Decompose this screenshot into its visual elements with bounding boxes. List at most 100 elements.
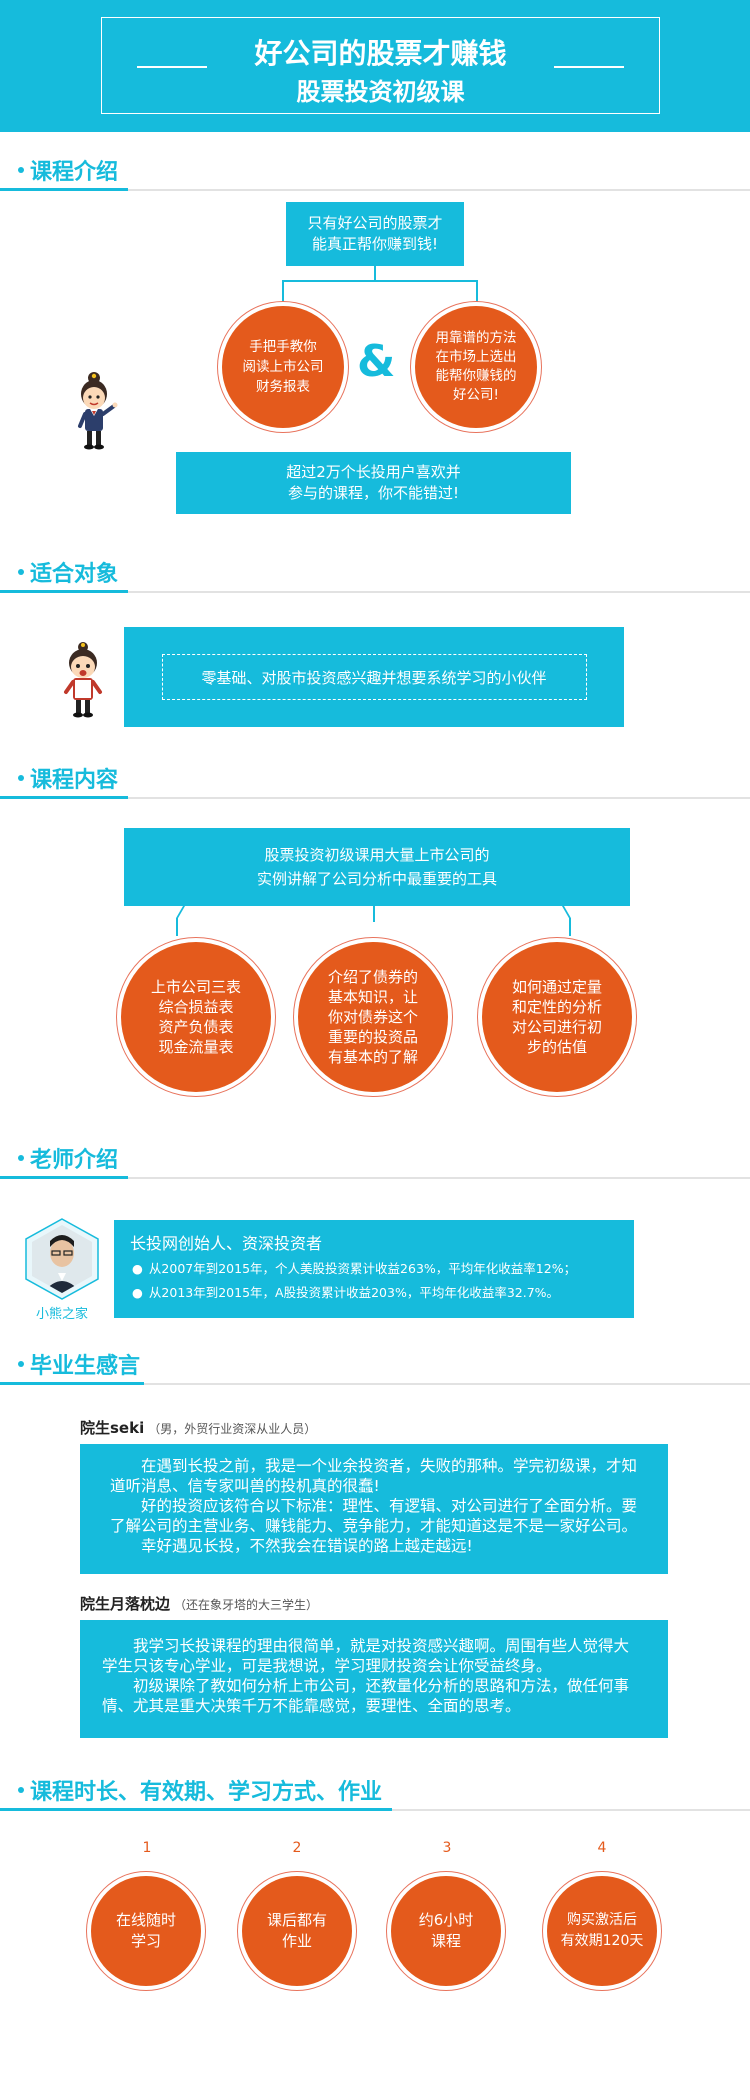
circle-line: 手把手教你 <box>249 339 317 355</box>
section-divider <box>144 1383 750 1385</box>
connector <box>569 918 571 936</box>
section-heading-intro: 课程介绍 <box>0 152 750 198</box>
circle-line: 介绍了债券的 <box>327 968 418 986</box>
graduate-meta: （男，外贸行业资深从业人员） <box>148 1422 317 1436</box>
bullet-icon: ● <box>132 1261 143 1276</box>
content-top-line: 实例讲解了公司分析中最重要的工具 <box>256 870 497 888</box>
section-title: 毕业生感言 <box>30 1354 141 1379</box>
teacher-headline: 长投网创始人、资深投资者 <box>130 1234 323 1253</box>
audience-text: 零基础、对股市投资感兴趣并想要系统学习的小伙伴 <box>201 668 547 687</box>
intro-bottom-line: 参与的课程，你不能错过! <box>287 484 459 502</box>
section-title: 课程时长、有效期、学习方式、作业 <box>30 1780 383 1805</box>
circle-line: 你对债券这个 <box>327 1008 418 1026</box>
connector <box>562 906 571 918</box>
circle-line: 上市公司三表 <box>150 978 241 996</box>
intro-top-line: 能真正帮你赚到钱! <box>311 235 438 253</box>
circle-line: 好公司! <box>453 387 499 403</box>
circle-line: 对公司进行初 <box>511 1018 602 1036</box>
graduate-name: 院生月落枕边 （还在象牙塔的大三学生） <box>80 1593 318 1614</box>
circle-line: 资产负债表 <box>158 1018 234 1036</box>
circle-line: 有基本的了解 <box>327 1048 418 1066</box>
circle-line: 重要的投资品 <box>327 1028 418 1046</box>
section-underline <box>0 1382 144 1385</box>
quote-paragraph: 我学习长投课程的理由很简单，就是对投资感兴趣啊。周围有些人觉得大学生只该专心学业… <box>102 1637 630 1675</box>
graduate-quote-box: 在遇到长投之前，我是一个业余投资者，失败的那种。学完初级课，才知道听消息、信专家… <box>80 1444 668 1574</box>
circle-line: 综合损益表 <box>158 998 234 1016</box>
circle-line: 步的估值 <box>526 1038 587 1056</box>
section-divider <box>128 1177 750 1179</box>
circle-line: 约6小时 <box>418 1911 474 1929</box>
quote-paragraph: 在遇到长投之前，我是一个业余投资者，失败的那种。学完初级课，才知道听消息、信专家… <box>110 1457 638 1495</box>
intro-bottom-line: 超过2万个长投用户喜欢并 <box>286 463 461 481</box>
section-underline <box>0 590 128 593</box>
audience-dashed-frame: 零基础、对股市投资感兴趣并想要系统学习的小伙伴 <box>161 654 587 700</box>
teacher-bullet: ● 从2013年到2015年，A股投资累计收益203%，平均年化收益率32.7%。 <box>132 1282 560 1301</box>
circle-line: 在市场上选出 <box>435 349 517 365</box>
intro-top-line: 只有好公司的股票才 <box>307 214 443 232</box>
circle-line: 学习 <box>130 1932 161 1950</box>
step-number: 2 <box>292 1840 302 1856</box>
header-banner: 好公司的股票才赚钱 股票投资初级课 <box>0 0 750 132</box>
circle-line: 如何通过定量 <box>511 978 602 996</box>
audience-box: 零基础、对股市投资感兴趣并想要系统学习的小伙伴 <box>124 627 624 727</box>
avatar <box>25 1218 99 1300</box>
circle-line: 阅读上市公司 <box>242 359 324 375</box>
section-heading-teacher: 老师介绍 <box>0 1140 750 1186</box>
graduate-name-text: 院生seki <box>80 1419 145 1437</box>
bullet-icon <box>18 1155 24 1161</box>
intro-top-box: 只有好公司的股票才 能真正帮你赚到钱! <box>286 202 464 266</box>
circle-line: 能帮你赚钱的 <box>435 368 517 384</box>
circle-line: 作业 <box>281 1932 312 1950</box>
bullet-icon <box>18 1787 24 1793</box>
bullet-icon: ● <box>132 1285 143 1300</box>
quote-paragraph: 初级课除了教如何分析上市公司，还教量化分析的思路和方法，做任何事情、尤其是重大决… <box>102 1677 630 1715</box>
quote-paragraph: 好的投资应该符合以下标准：理性、有逻辑、对公司进行了全面分析。要了解公司的主营业… <box>110 1497 638 1535</box>
section-underline <box>0 1808 392 1811</box>
mascot-icon <box>64 642 102 718</box>
mascot-icon <box>78 372 118 450</box>
circle-line: 购买激活后 <box>567 1912 637 1928</box>
section-heading-duration: 课程时长、有效期、学习方式、作业 <box>0 1772 750 1818</box>
circle-line: 现金流量表 <box>158 1038 234 1056</box>
intro-right-circle: 用靠谱的方法 在市场上选出 能帮你赚钱的 好公司! <box>415 306 537 428</box>
content-circle-3: 如何通过定量 和定性的分析 对公司进行初 步的估值 <box>482 942 632 1092</box>
section-divider <box>128 189 750 191</box>
section-underline <box>0 188 128 191</box>
page-subtitle: 股票投资初级课 <box>296 78 465 106</box>
bullet-icon <box>18 569 24 575</box>
teacher-bullet-text: 从2013年到2015年，A股投资累计收益203%，平均年化收益率32.7%。 <box>148 1285 560 1300</box>
teacher-name: 小熊之家 <box>35 1307 88 1322</box>
connector <box>176 918 178 936</box>
connector <box>282 280 284 302</box>
step-number: 3 <box>442 1840 452 1856</box>
circle-line: 财务报表 <box>256 379 310 395</box>
section-title: 课程内容 <box>30 768 119 793</box>
quote-paragraph: 幸好遇见长投，不然我会在错误的路上越走越远! <box>141 1537 473 1555</box>
circle-line: 课程 <box>430 1932 461 1950</box>
graduate-name: 院生seki （男，外贸行业资深从业人员） <box>80 1417 316 1438</box>
circle-line: 有效期120天 <box>560 1933 644 1949</box>
bullet-icon <box>18 775 24 781</box>
section-divider <box>128 797 750 799</box>
step-number: 4 <box>597 1840 607 1856</box>
section-divider <box>392 1809 750 1811</box>
section-title: 课程介绍 <box>30 160 119 185</box>
section-title: 老师介绍 <box>30 1148 119 1173</box>
content-top-box: 股票投资初级课用大量上市公司的 实例讲解了公司分析中最重要的工具 <box>124 828 630 906</box>
graduate-quote-box: 我学习长投课程的理由很简单，就是对投资感兴趣啊。周围有些人觉得大学生只该专心学业… <box>80 1620 668 1738</box>
bullet-icon <box>18 167 24 173</box>
connector <box>374 266 376 280</box>
header-frame: 好公司的股票才赚钱 股票投资初级课 <box>101 17 660 114</box>
content-circle-1: 上市公司三表 综合损益表 资产负债表 现金流量表 <box>121 942 271 1092</box>
connector <box>176 906 185 918</box>
intro-left-circle: 手把手教你 阅读上市公司 财务报表 <box>222 306 344 428</box>
section-underline <box>0 1176 128 1179</box>
intro-bottom-box: 超过2万个长投用户喜欢并 参与的课程，你不能错过! <box>176 452 571 514</box>
circle-line: 用靠谱的方法 <box>435 330 517 346</box>
graduate-name-text: 院生月落枕边 <box>80 1595 171 1613</box>
duration-circle-1: 在线随时 学习 <box>91 1876 201 1986</box>
graduate-meta: （还在象牙塔的大三学生） <box>174 1598 319 1612</box>
duration-circle-4: 购买激活后 有效期120天 <box>547 1876 657 1986</box>
step-number: 1 <box>142 1840 152 1856</box>
bullet-icon <box>18 1361 24 1367</box>
